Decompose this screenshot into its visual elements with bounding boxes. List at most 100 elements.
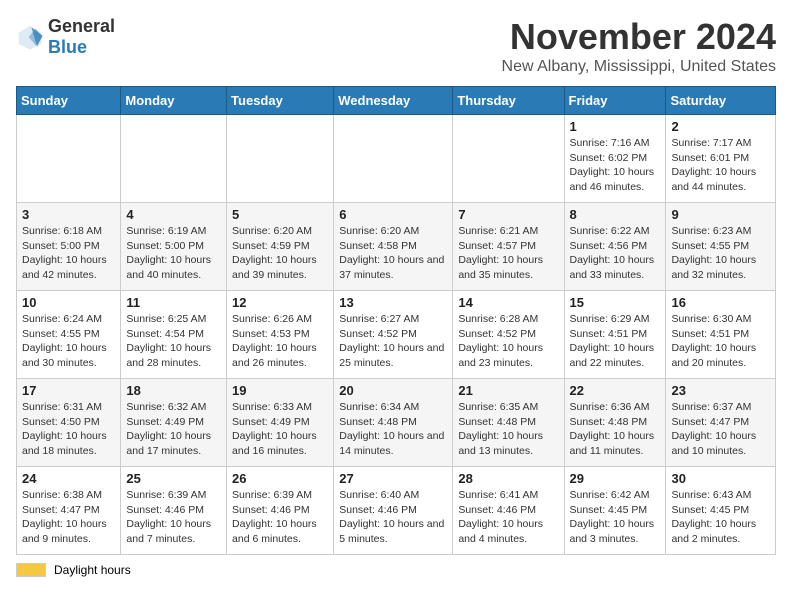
day-number: 20 [339, 383, 447, 398]
calendar-cell: 14 Sunrise: 6:28 AM Sunset: 4:52 PM Dayli… [453, 291, 564, 379]
day-number: 24 [22, 471, 115, 486]
day-number: 2 [671, 119, 770, 134]
day-number: 25 [126, 471, 221, 486]
day-number: 21 [458, 383, 558, 398]
day-info: Sunrise: 6:20 AM Sunset: 4:58 PM Dayligh… [339, 224, 447, 283]
calendar-cell: 25 Sunrise: 6:39 AM Sunset: 4:46 PM Dayli… [121, 467, 227, 555]
calendar-cell: 21 Sunrise: 6:35 AM Sunset: 4:48 PM Dayli… [453, 379, 564, 467]
day-info: Sunrise: 6:30 AM Sunset: 4:51 PM Dayligh… [671, 312, 770, 371]
day-info: Sunrise: 6:20 AM Sunset: 4:59 PM Dayligh… [232, 224, 328, 283]
day-info: Sunrise: 6:27 AM Sunset: 4:52 PM Dayligh… [339, 312, 447, 371]
day-number: 7 [458, 207, 558, 222]
day-number: 26 [232, 471, 328, 486]
day-info: Sunrise: 6:37 AM Sunset: 4:47 PM Dayligh… [671, 400, 770, 459]
day-info: Sunrise: 6:23 AM Sunset: 4:55 PM Dayligh… [671, 224, 770, 283]
calendar-cell: 19 Sunrise: 6:33 AM Sunset: 4:49 PM Dayli… [227, 379, 334, 467]
day-number: 3 [22, 207, 115, 222]
day-number: 11 [126, 295, 221, 310]
day-info: Sunrise: 6:40 AM Sunset: 4:46 PM Dayligh… [339, 488, 447, 547]
day-number: 1 [570, 119, 661, 134]
day-number: 29 [570, 471, 661, 486]
day-info: Sunrise: 6:35 AM Sunset: 4:48 PM Dayligh… [458, 400, 558, 459]
logo: General Blue [16, 16, 115, 58]
day-number: 8 [570, 207, 661, 222]
day-number: 28 [458, 471, 558, 486]
calendar-cell [453, 115, 564, 203]
day-number: 19 [232, 383, 328, 398]
calendar-header-row: SundayMondayTuesdayWednesdayThursdayFrid… [17, 87, 776, 115]
logo-icon [16, 23, 44, 51]
day-info: Sunrise: 6:28 AM Sunset: 4:52 PM Dayligh… [458, 312, 558, 371]
legend: Daylight hours [16, 563, 776, 577]
day-info: Sunrise: 7:16 AM Sunset: 6:02 PM Dayligh… [570, 136, 661, 195]
day-number: 6 [339, 207, 447, 222]
logo-blue: Blue [48, 37, 87, 57]
calendar-cell: 3 Sunrise: 6:18 AM Sunset: 5:00 PM Daylig… [17, 203, 121, 291]
day-info: Sunrise: 6:39 AM Sunset: 4:46 PM Dayligh… [126, 488, 221, 547]
calendar-cell: 13 Sunrise: 6:27 AM Sunset: 4:52 PM Dayli… [334, 291, 453, 379]
calendar-cell: 5 Sunrise: 6:20 AM Sunset: 4:59 PM Daylig… [227, 203, 334, 291]
day-info: Sunrise: 6:43 AM Sunset: 4:45 PM Dayligh… [671, 488, 770, 547]
calendar-week-row: 24Sunrise: 6:38 AM Sunset: 4:47 PM Dayli… [17, 467, 776, 555]
calendar-day-header: Friday [564, 87, 666, 115]
calendar-cell: 28Sunrise: 6:41 AM Sunset: 4:46 PM Dayli… [453, 467, 564, 555]
calendar-cell: 20 Sunrise: 6:34 AM Sunset: 4:48 PM Dayli… [334, 379, 453, 467]
day-number: 10 [22, 295, 115, 310]
day-info: Sunrise: 6:29 AM Sunset: 4:51 PM Dayligh… [570, 312, 661, 371]
calendar-day-header: Wednesday [334, 87, 453, 115]
day-number: 17 [22, 383, 115, 398]
day-number: 13 [339, 295, 447, 310]
day-number: 14 [458, 295, 558, 310]
calendar-cell: 22Sunrise: 6:36 AM Sunset: 4:48 PM Dayli… [564, 379, 666, 467]
day-info: Sunrise: 6:36 AM Sunset: 4:48 PM Dayligh… [570, 400, 661, 459]
calendar-cell: 24Sunrise: 6:38 AM Sunset: 4:47 PM Dayli… [17, 467, 121, 555]
logo-general: General [48, 16, 115, 36]
calendar-cell [227, 115, 334, 203]
day-info: Sunrise: 6:18 AM Sunset: 5:00 PM Dayligh… [22, 224, 115, 283]
day-number: 23 [671, 383, 770, 398]
calendar-cell: 10 Sunrise: 6:24 AM Sunset: 4:55 PM Dayli… [17, 291, 121, 379]
day-info: Sunrise: 6:19 AM Sunset: 5:00 PM Dayligh… [126, 224, 221, 283]
calendar-cell: 6 Sunrise: 6:20 AM Sunset: 4:58 PM Daylig… [334, 203, 453, 291]
day-number: 18 [126, 383, 221, 398]
calendar-week-row: 1 Sunrise: 7:16 AM Sunset: 6:02 PM Daylig… [17, 115, 776, 203]
day-info: Sunrise: 6:32 AM Sunset: 4:49 PM Dayligh… [126, 400, 221, 459]
page-header: General Blue November 2024 New Albany, M… [16, 16, 776, 76]
day-info: Sunrise: 6:34 AM Sunset: 4:48 PM Dayligh… [339, 400, 447, 459]
calendar-week-row: 10 Sunrise: 6:24 AM Sunset: 4:55 PM Dayli… [17, 291, 776, 379]
calendar-cell: 1 Sunrise: 7:16 AM Sunset: 6:02 PM Daylig… [564, 115, 666, 203]
day-number: 12 [232, 295, 328, 310]
calendar-cell: 29Sunrise: 6:42 AM Sunset: 4:45 PM Dayli… [564, 467, 666, 555]
logo-text: General Blue [48, 16, 115, 58]
calendar-cell: 27 Sunrise: 6:40 AM Sunset: 4:46 PM Dayli… [334, 467, 453, 555]
calendar-cell: 8Sunrise: 6:22 AM Sunset: 4:56 PM Daylig… [564, 203, 666, 291]
legend-daylight-label: Daylight hours [54, 563, 131, 577]
calendar-week-row: 3 Sunrise: 6:18 AM Sunset: 5:00 PM Daylig… [17, 203, 776, 291]
day-info: Sunrise: 7:17 AM Sunset: 6:01 PM Dayligh… [671, 136, 770, 195]
day-info: Sunrise: 6:26 AM Sunset: 4:53 PM Dayligh… [232, 312, 328, 371]
legend-daylight-swatch [16, 563, 46, 577]
day-info: Sunrise: 6:24 AM Sunset: 4:55 PM Dayligh… [22, 312, 115, 371]
calendar-cell [121, 115, 227, 203]
day-number: 4 [126, 207, 221, 222]
month-title: November 2024 [502, 16, 776, 58]
calendar-day-header: Tuesday [227, 87, 334, 115]
day-number: 27 [339, 471, 447, 486]
calendar-cell: 7 Sunrise: 6:21 AM Sunset: 4:57 PM Daylig… [453, 203, 564, 291]
day-info: Sunrise: 6:25 AM Sunset: 4:54 PM Dayligh… [126, 312, 221, 371]
calendar-day-header: Sunday [17, 87, 121, 115]
day-number: 16 [671, 295, 770, 310]
day-info: Sunrise: 6:33 AM Sunset: 4:49 PM Dayligh… [232, 400, 328, 459]
day-info: Sunrise: 6:21 AM Sunset: 4:57 PM Dayligh… [458, 224, 558, 283]
calendar-table: SundayMondayTuesdayWednesdayThursdayFrid… [16, 86, 776, 555]
calendar-cell: 17Sunrise: 6:31 AM Sunset: 4:50 PM Dayli… [17, 379, 121, 467]
calendar-cell: 4 Sunrise: 6:19 AM Sunset: 5:00 PM Daylig… [121, 203, 227, 291]
day-number: 15 [570, 295, 661, 310]
title-section: November 2024 New Albany, Mississippi, U… [502, 16, 776, 76]
day-number: 5 [232, 207, 328, 222]
calendar-week-row: 17Sunrise: 6:31 AM Sunset: 4:50 PM Dayli… [17, 379, 776, 467]
calendar-cell: 23 Sunrise: 6:37 AM Sunset: 4:47 PM Dayli… [666, 379, 776, 467]
calendar-cell: 30 Sunrise: 6:43 AM Sunset: 4:45 PM Dayli… [666, 467, 776, 555]
day-number: 30 [671, 471, 770, 486]
location-subtitle: New Albany, Mississippi, United States [502, 58, 776, 76]
